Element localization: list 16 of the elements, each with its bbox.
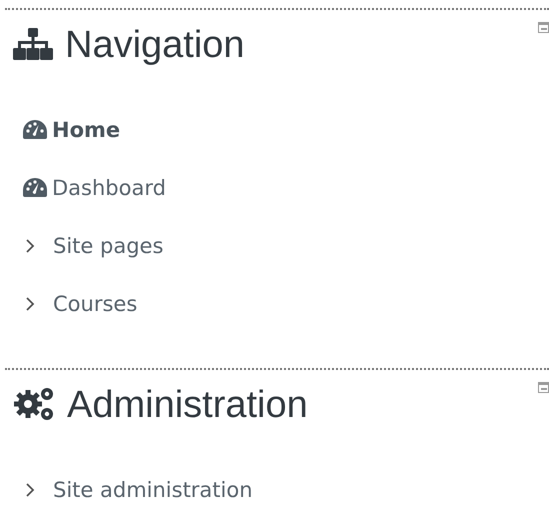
gears-icon — [13, 386, 55, 422]
chevron-right-icon — [25, 482, 35, 496]
block-title: Navigation — [65, 24, 245, 67]
gauge-icon — [23, 120, 47, 140]
nav-link[interactable]: Home — [52, 118, 120, 142]
chevron-right-icon — [25, 238, 35, 252]
collapse-toggle-icon[interactable] — [538, 382, 549, 393]
block-title: Administration — [67, 384, 308, 427]
collapse-toggle-icon[interactable] — [538, 22, 549, 33]
sitemap-icon — [13, 28, 53, 60]
gauge-icon — [23, 178, 47, 198]
nav-link[interactable]: Dashboard — [52, 176, 166, 200]
nav-branch[interactable]: Site administration — [53, 478, 253, 502]
chevron-right-icon — [25, 296, 35, 310]
nav-branch[interactable]: Site pages — [53, 234, 164, 258]
nav-branch[interactable]: Courses — [53, 292, 138, 316]
